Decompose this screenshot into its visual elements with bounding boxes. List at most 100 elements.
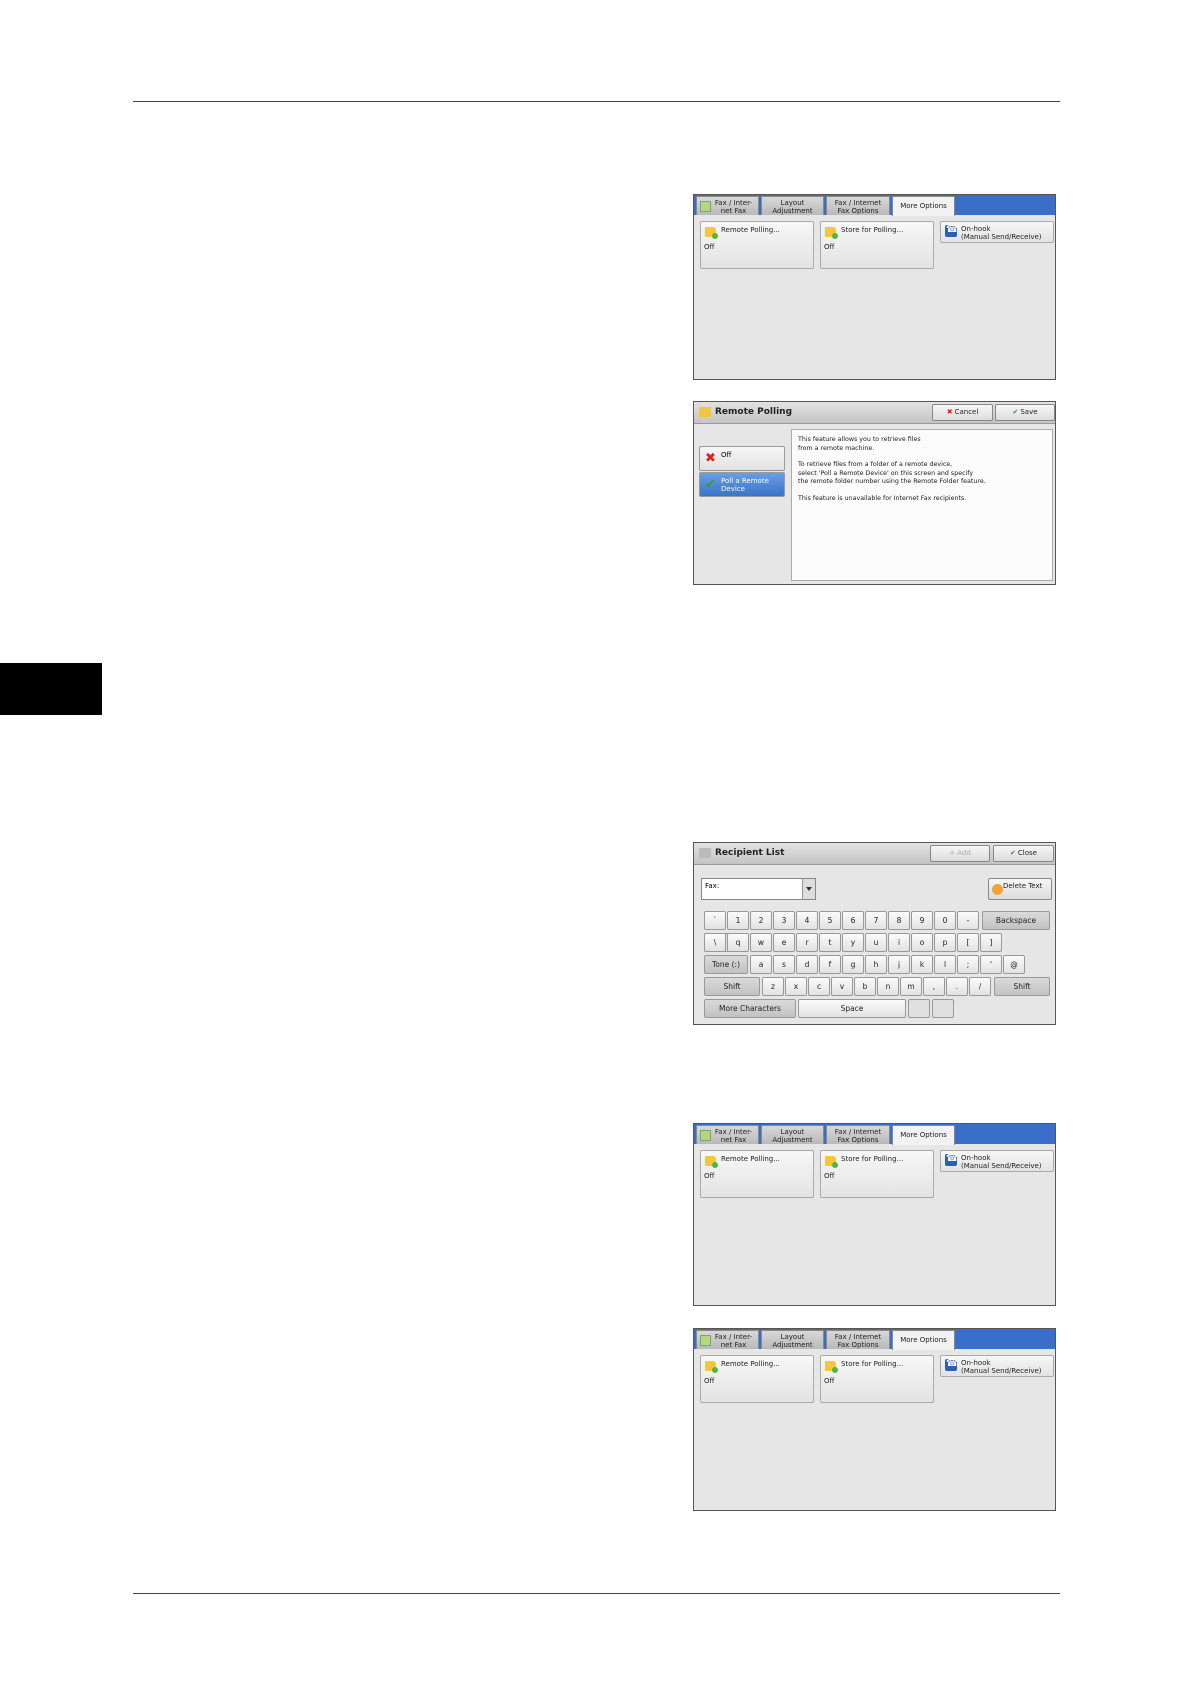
- key[interactable]: y: [842, 933, 864, 952]
- store-for-polling-button[interactable]: Store for Polling... Off: [820, 221, 934, 269]
- store-for-polling-button[interactable]: Store for Polling... Off: [820, 1150, 934, 1198]
- dialog-title-bar: Remote Polling ✖ Cancel ✔ Save: [694, 402, 1055, 424]
- key[interactable]: 6: [842, 911, 864, 930]
- key[interactable]: b: [854, 977, 876, 996]
- save-button[interactable]: ✔ Save: [995, 404, 1055, 421]
- key[interactable]: q: [727, 933, 749, 952]
- folder-icon: [825, 227, 838, 239]
- more-options-panel-1: Fax / Inter- net Fax Layout Adjustment F…: [693, 194, 1056, 380]
- key[interactable]: ;: [957, 955, 979, 974]
- store-for-polling-button[interactable]: Store for Polling... Off: [820, 1355, 934, 1403]
- folder-icon: [705, 1361, 718, 1373]
- key[interactable]: e: [773, 933, 795, 952]
- key[interactable]: d: [796, 955, 818, 974]
- key[interactable]: .: [946, 977, 968, 996]
- footer-rule: [133, 1593, 1060, 1594]
- phone-icon: [945, 1153, 958, 1166]
- key[interactable]: x: [785, 977, 807, 996]
- tab-fax[interactable]: Fax / Inter- net Fax: [696, 1125, 759, 1144]
- tab-more-options[interactable]: More Options: [892, 1125, 955, 1145]
- key[interactable]: a: [750, 955, 772, 974]
- fax-combo[interactable]: Fax:: [701, 878, 816, 900]
- key[interactable]: r: [796, 933, 818, 952]
- folder-icon: [825, 1361, 838, 1373]
- more-options-panel-3: Fax / Inter- net Fax Layout Adjustment F…: [693, 1328, 1056, 1511]
- backspace-key[interactable]: Backspace: [982, 911, 1050, 930]
- chapter-tab: [0, 663, 102, 715]
- option-poll-remote-device[interactable]: ✔ Poll a Remote Device: [699, 472, 785, 497]
- phone-icon: [945, 224, 958, 237]
- key[interactable]: w: [750, 933, 772, 952]
- remote-polling-button[interactable]: Remote Polling... Off: [700, 221, 814, 269]
- key[interactable]: 4: [796, 911, 818, 930]
- key[interactable]: n: [877, 977, 899, 996]
- close-button[interactable]: ✔ Close: [993, 845, 1054, 862]
- key[interactable]: f: [819, 955, 841, 974]
- folder-icon: [705, 1156, 718, 1168]
- key[interactable]: 3: [773, 911, 795, 930]
- key[interactable]: i: [888, 933, 910, 952]
- key[interactable]: v: [831, 977, 853, 996]
- key[interactable]: l: [934, 955, 956, 974]
- key[interactable]: /: [969, 977, 991, 996]
- on-hook-button[interactable]: On-hook (Manual Send/Receive): [940, 221, 1054, 243]
- phone-icon: [945, 1358, 958, 1371]
- key[interactable]: 7: [865, 911, 887, 930]
- key[interactable]: -: [957, 911, 979, 930]
- tab-layout-adjustment[interactable]: Layout Adjustment: [761, 1125, 824, 1144]
- chevron-down-icon: [806, 887, 812, 891]
- more-options-panel-2: Fax / Inter- net Fax Layout Adjustment F…: [693, 1123, 1056, 1306]
- key[interactable]: h: [865, 955, 887, 974]
- key[interactable]: ': [980, 955, 1002, 974]
- on-hook-button[interactable]: On-hook (Manual Send/Receive): [940, 1355, 1054, 1377]
- tab-fax[interactable]: Fax / Inter- net Fax: [696, 1330, 759, 1349]
- tab-layout-adjustment[interactable]: Layout Adjustment: [761, 196, 824, 215]
- tab-layout-adjustment[interactable]: Layout Adjustment: [761, 1330, 824, 1349]
- key[interactable]: 9: [911, 911, 933, 930]
- info-text-2: To retrieve files from a folder of a rem…: [798, 461, 986, 486]
- key[interactable]: `: [704, 911, 726, 930]
- keyboard-icon: [699, 848, 711, 858]
- key[interactable]: g: [842, 955, 864, 974]
- space-key[interactable]: Space: [798, 999, 906, 1018]
- check-icon: ✔: [1010, 849, 1016, 857]
- cancel-button[interactable]: ✖ Cancel: [932, 404, 993, 421]
- on-hook-button[interactable]: On-hook (Manual Send/Receive): [940, 1150, 1054, 1172]
- tab-fax-options[interactable]: Fax / Internet Fax Options: [826, 1330, 890, 1349]
- key[interactable]: m: [900, 977, 922, 996]
- key[interactable]: 8: [888, 911, 910, 930]
- key[interactable]: 2: [750, 911, 772, 930]
- tab-fax[interactable]: Fax / Inter- net Fax: [696, 196, 759, 215]
- key[interactable]: p: [934, 933, 956, 952]
- tone-key[interactable]: Tone (:): [704, 955, 748, 974]
- key[interactable]: [: [957, 933, 979, 952]
- key[interactable]: 5: [819, 911, 841, 930]
- tab-more-options[interactable]: More Options: [892, 1330, 955, 1350]
- key[interactable]: \: [704, 933, 726, 952]
- delete-text-button[interactable]: Delete Text: [988, 878, 1052, 900]
- remote-polling-button[interactable]: Remote Polling... Off: [700, 1150, 814, 1198]
- remote-polling-button[interactable]: Remote Polling... Off: [700, 1355, 814, 1403]
- key[interactable]: ,: [923, 977, 945, 996]
- tab-bar: Fax / Inter- net Fax Layout Adjustment F…: [694, 1124, 1055, 1145]
- key[interactable]: u: [865, 933, 887, 952]
- tab-more-options[interactable]: More Options: [892, 196, 955, 216]
- tab-fax-options[interactable]: Fax / Internet Fax Options: [826, 196, 890, 215]
- key[interactable]: k: [911, 955, 933, 974]
- tab-fax-options[interactable]: Fax / Internet Fax Options: [826, 1125, 890, 1144]
- key[interactable]: s: [773, 955, 795, 974]
- add-button: + Add: [930, 845, 990, 862]
- key[interactable]: ]: [980, 933, 1002, 952]
- option-off[interactable]: ✖ Off: [699, 446, 785, 471]
- key[interactable]: 1: [727, 911, 749, 930]
- key[interactable]: c: [808, 977, 830, 996]
- shift-key-left[interactable]: Shift: [704, 977, 760, 996]
- key[interactable]: t: [819, 933, 841, 952]
- shift-key-right[interactable]: Shift: [994, 977, 1050, 996]
- key[interactable]: z: [762, 977, 784, 996]
- key[interactable]: 0: [934, 911, 956, 930]
- key[interactable]: @: [1003, 955, 1025, 974]
- key[interactable]: j: [888, 955, 910, 974]
- key[interactable]: o: [911, 933, 933, 952]
- more-characters-key[interactable]: More Characters: [704, 999, 796, 1018]
